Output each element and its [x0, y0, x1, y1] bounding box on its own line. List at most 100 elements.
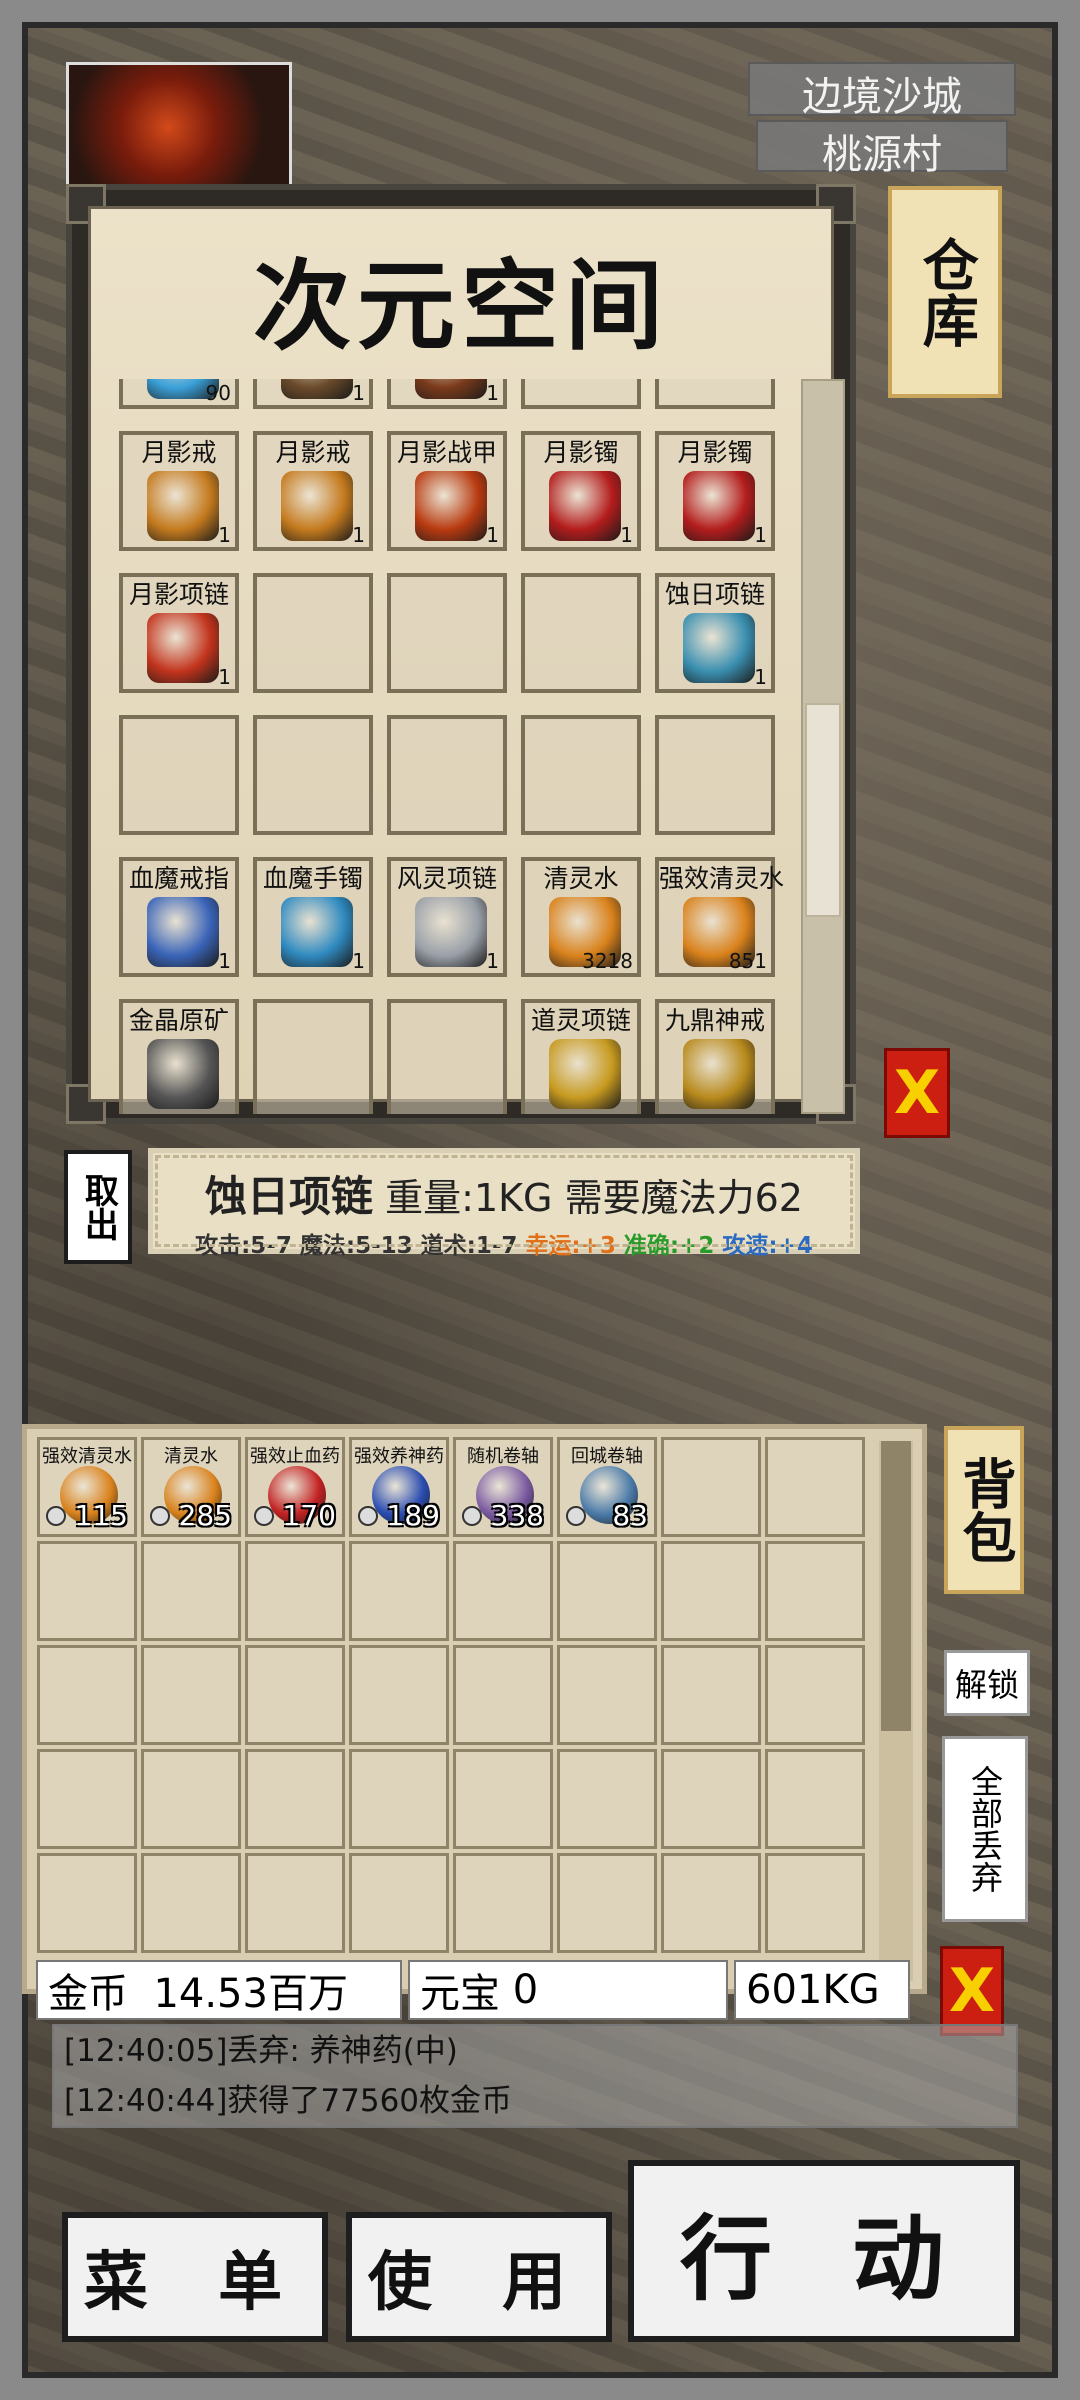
storage-scrollbar[interactable] [801, 379, 845, 1114]
backpack-slot[interactable] [453, 1645, 553, 1745]
storage-slot[interactable]: 月影战甲 1 [387, 431, 507, 551]
backpack-slot[interactable] [141, 1645, 241, 1745]
storage-slot[interactable] [655, 379, 775, 409]
backpack-slot[interactable]: 随机卷轴 338 [453, 1437, 553, 1537]
item-count: 1 [486, 381, 499, 405]
backpack-slot[interactable] [765, 1541, 865, 1641]
item-count: 83 [612, 1499, 648, 1532]
use-button[interactable]: 使 用 [346, 2212, 612, 2342]
backpack-slot[interactable] [661, 1853, 761, 1953]
storage-slot[interactable] [655, 715, 775, 835]
backpack-slot[interactable] [453, 1853, 553, 1953]
storage-slot[interactable] [253, 573, 373, 693]
storage-slot[interactable] [387, 715, 507, 835]
backpack-slot[interactable] [765, 1749, 865, 1849]
storage-slot[interactable]: 1 [253, 379, 373, 409]
backpack-slot[interactable] [765, 1853, 865, 1953]
storage-scroll-thumb[interactable] [805, 703, 841, 917]
backpack-slot[interactable] [453, 1749, 553, 1849]
storage-slot[interactable]: 90 [119, 379, 239, 409]
drop-all-button[interactable]: 全部丢弃 [942, 1736, 1028, 1922]
take-out-button[interactable]: 取出 [64, 1150, 132, 1264]
backpack-slot[interactable] [245, 1749, 345, 1849]
backpack-slot[interactable] [245, 1541, 345, 1641]
item-count: 338 [490, 1499, 544, 1532]
backpack-slot[interactable]: 强效清灵水 115 [37, 1437, 137, 1537]
storage-slot[interactable]: 清灵水 3218 [521, 857, 641, 977]
backpack-slot[interactable] [661, 1645, 761, 1745]
storage-slot[interactable] [387, 999, 507, 1114]
lock-icon [254, 1506, 274, 1526]
backpack-slot[interactable] [661, 1541, 761, 1641]
backpack-slot[interactable] [37, 1853, 137, 1953]
backpack-slot[interactable] [557, 1749, 657, 1849]
backpack-panel: 强效清灵水 115 清灵水 285 强效止血药 170 强效养神药 189 随机卷轴 338 回城卷… [22, 1424, 927, 1994]
character-portrait[interactable] [66, 62, 292, 192]
storage-panel: 次元空间 90 1 1 月影戒 1 月影戒 1 月影战甲 1 月影镯 1 月影镯 1 月影项链 1 蚀日项链 1… [66, 184, 856, 1124]
backpack-slot[interactable] [453, 1541, 553, 1641]
backpack-slot[interactable] [349, 1541, 449, 1641]
storage-slot[interactable] [253, 715, 373, 835]
warehouse-button[interactable]: 仓库 [888, 186, 1002, 398]
storage-slot[interactable]: 月影镯 1 [655, 431, 775, 551]
menu-button[interactable]: 菜 单 [62, 2212, 328, 2342]
action-button[interactable]: 行 动 [628, 2160, 1020, 2342]
storage-slot[interactable] [253, 999, 373, 1114]
item-name: 回城卷轴 [571, 1446, 643, 1467]
backpack-slot[interactable] [37, 1749, 137, 1849]
storage-slot[interactable]: 月影项链 1 [119, 573, 239, 693]
backpack-slot[interactable]: 清灵水 285 [141, 1437, 241, 1537]
backpack-button[interactable]: 背包 [944, 1426, 1024, 1594]
storage-slot[interactable]: 九鼎神戒 [655, 999, 775, 1114]
storage-slot[interactable]: 风灵项链 1 [387, 857, 507, 977]
storage-slot[interactable]: 1 [387, 379, 507, 409]
item-name: 随机卷轴 [467, 1446, 539, 1467]
storage-slot[interactable]: 道灵项链 [521, 999, 641, 1114]
storage-slot[interactable]: 蚀日项链 1 [655, 573, 775, 693]
storage-slot[interactable]: 强效清灵水 851 [655, 857, 784, 977]
backpack-slot[interactable] [557, 1853, 657, 1953]
backpack-slot[interactable] [349, 1749, 449, 1849]
backpack-slot[interactable] [661, 1749, 761, 1849]
storage-slot[interactable] [387, 573, 507, 693]
storage-slot[interactable]: 月影戒 1 [253, 431, 373, 551]
backpack-slot[interactable]: 强效养神药 189 [349, 1437, 449, 1537]
unlock-button[interactable]: 解锁 [944, 1650, 1030, 1716]
backpack-slot[interactable]: 回城卷轴 83 [557, 1437, 657, 1537]
backpack-slot[interactable] [349, 1853, 449, 1953]
message-log: [12:40:05]丢弃: 养神药(中) [12:40:44]获得了77560枚… [52, 2024, 1018, 2128]
storage-slot[interactable] [521, 573, 641, 693]
backpack-slot[interactable] [765, 1437, 865, 1537]
backpack-scroll-thumb[interactable] [881, 1441, 911, 1731]
backpack-slot[interactable]: 强效止血药 170 [245, 1437, 345, 1537]
backpack-slot[interactable] [141, 1541, 241, 1641]
storage-slot[interactable] [119, 715, 239, 835]
storage-slot[interactable]: 血魔戒指 1 [119, 857, 239, 977]
backpack-slot[interactable] [661, 1437, 761, 1537]
backpack-scrollbar[interactable] [879, 1441, 913, 1981]
storage-slot[interactable]: 月影戒 1 [119, 431, 239, 551]
backpack-slot[interactable] [141, 1749, 241, 1849]
backpack-slot[interactable] [765, 1645, 865, 1745]
storage-slot[interactable]: 月影镯 1 [521, 431, 641, 551]
backpack-slot[interactable] [349, 1645, 449, 1745]
storage-grid[interactable]: 90 1 1 月影戒 1 月影戒 1 月影战甲 1 月影镯 1 月影镯 1 月影项链 1 蚀日项链 1 血魔戒指 1… [115, 379, 795, 1114]
backpack-slot[interactable] [37, 1541, 137, 1641]
storage-slot[interactable]: 血魔手镯 1 [253, 857, 373, 977]
item-icon [549, 471, 621, 541]
backpack-slot[interactable] [245, 1645, 345, 1745]
storage-slot[interactable] [521, 379, 641, 409]
backpack-slot[interactable] [557, 1541, 657, 1641]
backpack-slot[interactable] [141, 1853, 241, 1953]
item-icon [683, 1039, 755, 1109]
backpack-slot[interactable] [557, 1645, 657, 1745]
item-count: 285 [178, 1499, 232, 1532]
drop-all-label: 全部丢弃 [966, 1765, 1004, 1893]
storage-slot[interactable]: 金晶原矿 [119, 999, 239, 1114]
backpack-slot[interactable] [245, 1853, 345, 1953]
backpack-close-button[interactable]: X [940, 1946, 1004, 2036]
storage-close-button[interactable]: X [884, 1048, 950, 1138]
backpack-slot[interactable] [37, 1645, 137, 1745]
storage-slot[interactable] [521, 715, 641, 835]
item-name: 月影戒 [275, 438, 351, 467]
